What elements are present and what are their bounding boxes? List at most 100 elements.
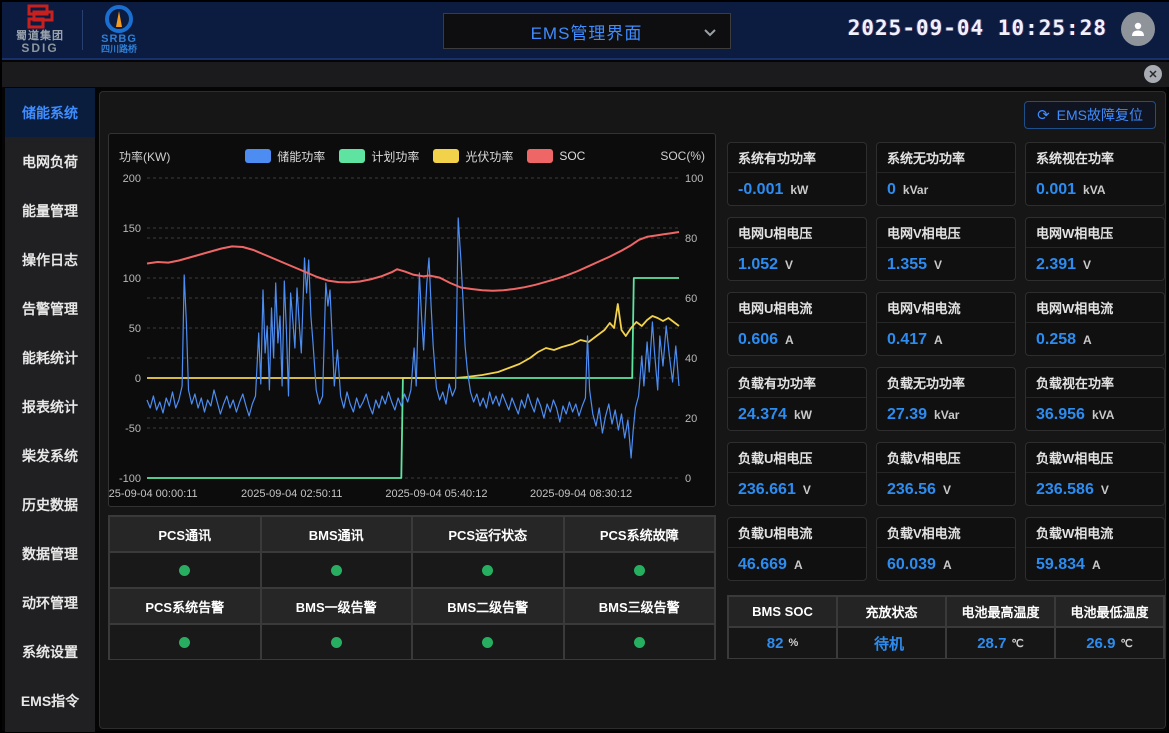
legend-swatch — [433, 149, 459, 163]
metric-label: 负载U相电流 — [728, 518, 866, 548]
sidebar-item-history-data[interactable]: 历史数据 — [5, 480, 95, 529]
metric-card: 电网W相电压2.391V — [1025, 217, 1165, 281]
svg-text:2025-09-04 00:00:11: 2025-09-04 00:00:11 — [109, 488, 198, 500]
status-value-cell — [261, 624, 413, 660]
status-indicator-dot — [634, 637, 645, 648]
metric-label: 负载W相电流 — [1026, 518, 1164, 548]
metric-value: 0.417 — [887, 331, 927, 349]
status-indicator-dot — [482, 565, 493, 576]
screen-select-dropdown[interactable]: EMS管理界面 — [443, 13, 731, 49]
sidebar-item-energy-consumption[interactable]: 能耗统计 — [5, 333, 95, 382]
metric-value: 0.606 — [738, 331, 778, 349]
battery-table-header: BMS SOC — [728, 596, 837, 627]
metric-value: 24.374 — [738, 406, 787, 424]
status-header-cell: PCS运行状态 — [412, 516, 564, 552]
metric-value: 236.661 — [738, 481, 796, 499]
status-indicator-dot — [634, 565, 645, 576]
legend-item-储能功率[interactable]: 储能功率 — [245, 148, 325, 165]
battery-table-header: 电池最高温度 — [946, 596, 1055, 627]
metric-value: 1.355 — [887, 256, 927, 274]
metric-unit: kW — [794, 408, 812, 422]
metric-unit: V — [943, 483, 951, 497]
status-indicator-dot — [482, 637, 493, 648]
sidebar-item-energy-storage[interactable]: 储能系统 — [5, 88, 95, 137]
metric-unit: A — [943, 558, 952, 572]
status-header-cell: BMS二级告警 — [412, 588, 564, 624]
metric-unit: kVA — [1083, 183, 1105, 197]
metric-unit: A — [934, 333, 943, 347]
sidebar-item-diesel-system[interactable]: 柴发系统 — [5, 431, 95, 480]
status-header-cell: PCS系统告警 — [109, 588, 261, 624]
status-header-cell: PCS系统故障 — [564, 516, 716, 552]
metric-value: 236.56 — [887, 481, 936, 499]
ems-fault-reset-label: EMS故障复位 — [1057, 105, 1143, 125]
metric-label: 电网U相电流 — [728, 293, 866, 323]
legend-item-SOC[interactable]: SOC — [527, 149, 585, 163]
power-soc-chart-panel: 功率(KW) 储能功率计划功率光伏功率SOC SOC(%) 2001501005… — [108, 133, 716, 507]
metric-card: 负载W相电压236.586V — [1025, 442, 1165, 506]
chart-legend: 储能功率 计划功率 光伏功率 SOC — [170, 148, 660, 165]
status-header-cell: PCS通讯 — [109, 516, 261, 552]
time-text: 10:25:28 — [998, 16, 1107, 40]
sidebar-item-data-management[interactable]: 数据管理 — [5, 529, 95, 578]
metric-label: 负载V相电压 — [877, 443, 1015, 473]
date-text: 2025-09-04 — [848, 16, 984, 40]
metric-label: 负载有功功率 — [728, 368, 866, 398]
sidebar-item-ems-command[interactable]: EMS指令 — [5, 676, 95, 725]
main-panel: ⟳ EMS故障复位 功率(KW) 储能功率计划功率光伏功率SOC SOC(%) … — [99, 91, 1166, 729]
svg-text:-50: -50 — [125, 423, 141, 435]
status-indicator-dot — [179, 565, 190, 576]
metric-label: 负载U相电压 — [728, 443, 866, 473]
svg-text:0: 0 — [135, 373, 141, 385]
svg-text:2025-09-04 05:40:12: 2025-09-04 05:40:12 — [385, 488, 487, 500]
metric-card: 负载V相电压 236.56 V — [876, 442, 1016, 506]
metric-label: 系统视在功率 — [1026, 143, 1164, 173]
metric-unit: kVA — [1092, 408, 1114, 422]
metric-card: 负载U相电压 236.661 V — [727, 442, 867, 506]
sidebar-item-operation-log[interactable]: 操作日志 — [5, 235, 95, 284]
sidebar-item-env-monitoring[interactable]: 动环管理 — [5, 578, 95, 627]
sidebar-item-grid-load[interactable]: 电网负荷 — [5, 137, 95, 186]
chart-header: 功率(KW) 储能功率计划功率光伏功率SOC SOC(%) — [109, 134, 715, 168]
legend-item-光伏功率[interactable]: 光伏功率 — [433, 148, 513, 165]
battery-table-value: 待机 — [837, 627, 946, 659]
legend-swatch — [339, 149, 365, 163]
svg-text:100: 100 — [685, 173, 703, 185]
metric-card: 系统视在功率0.001kVA — [1025, 142, 1165, 206]
legend-item-计划功率[interactable]: 计划功率 — [339, 148, 419, 165]
logo-area: 蜀道集团 SDIG SRBG 四川路桥 — [2, 4, 137, 55]
svg-text:150: 150 — [123, 223, 141, 235]
metric-card: 系统无功功率0kVar — [876, 142, 1016, 206]
sidebar-item-alarm-management[interactable]: 告警管理 — [5, 284, 95, 333]
battery-table-header: 电池最低温度 — [1055, 596, 1164, 627]
metric-value: 59.834 — [1036, 556, 1085, 574]
battery-status-table: BMS SOC充放状态电池最高温度电池最低温度82%待机28.7℃26.9℃ — [727, 595, 1165, 659]
metric-unit: V — [803, 483, 811, 497]
metric-label: 电网V相电压 — [877, 218, 1015, 248]
legend-label: 计划功率 — [371, 148, 419, 165]
datetime-display: 2025-09-04 10:25:28 — [848, 16, 1107, 40]
metric-value: 27.39 — [887, 406, 927, 424]
sidebar-item-energy-management[interactable]: 能量管理 — [5, 186, 95, 235]
tab-bar: ✕ — [2, 62, 1169, 87]
status-value-cell — [261, 552, 413, 588]
metric-unit: A — [1092, 558, 1101, 572]
user-avatar-button[interactable] — [1121, 12, 1155, 46]
chevron-down-icon — [704, 29, 716, 37]
metric-card: 负载W相电流 59.834 A — [1025, 517, 1165, 581]
sidebar-item-report-statistics[interactable]: 报表统计 — [5, 382, 95, 431]
metric-label: 电网W相电压 — [1026, 218, 1164, 248]
svg-text:20: 20 — [685, 413, 697, 425]
legend-label: 光伏功率 — [465, 148, 513, 165]
sidebar-item-system-settings[interactable]: 系统设置 — [5, 627, 95, 676]
metric-label: 负载视在功率 — [1026, 368, 1164, 398]
ems-fault-reset-button[interactable]: ⟳ EMS故障复位 — [1024, 101, 1156, 129]
metric-card: 电网V相电压1.355V — [876, 217, 1016, 281]
pcs-bms-status-grid: PCS通讯BMS通讯PCS运行状态PCS系统故障PCS系统告警BMS一级告警BM… — [108, 515, 716, 660]
power-soc-chart: 200150100500-50-1001008060402002025-09-0… — [109, 168, 715, 504]
srbg-logo: SRBG 四川路桥 — [101, 5, 137, 55]
metric-label: 系统有功功率 — [728, 143, 866, 173]
right-axis-title: SOC(%) — [660, 149, 705, 163]
close-tab-button[interactable]: ✕ — [1144, 65, 1162, 83]
metric-label: 负载无功功率 — [877, 368, 1015, 398]
